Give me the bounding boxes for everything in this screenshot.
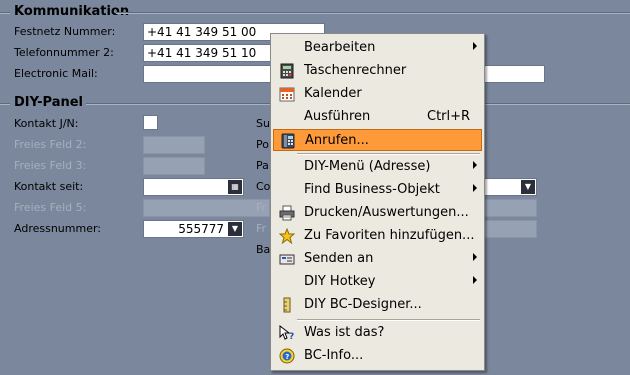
right-label-ba: Ba [256,243,271,256]
phone-icon [281,133,295,149]
menu-item-label: Senden an [304,251,374,266]
menu-item-label: Zu Favoriten hinzufügen... [304,228,475,243]
menu-item-drucken[interactable]: Drucken/Auswertungen... [273,202,482,224]
submenu-arrow-icon [473,161,477,169]
menu-item-bc-info[interactable]: ? BC-Info... [273,345,482,367]
menu-item-bearbeiten[interactable]: Bearbeiten [273,37,482,59]
kontakt-seit-input[interactable]: ▦ [143,178,244,196]
submenu-arrow-icon [473,42,477,50]
adressnummer-input[interactable]: 555777 ▼ [143,220,244,238]
right-label-su: Su [256,117,270,130]
menu-item-was-ist-das[interactable]: ? Was ist das? [273,322,482,344]
menu-item-label: DIY BC-Designer... [304,297,422,312]
submenu-arrow-icon [473,276,477,284]
kontakt-jn-label: Kontakt J/N: [14,117,79,130]
menu-item-label: Taschenrechner [304,63,407,78]
telefon-label: Telefonnummer 2: [14,46,114,59]
section-title-kommunikation: Kommunikation [14,4,130,19]
adressnummer-value: 555777 [178,222,224,236]
menu-item-label: BC-Info... [304,348,364,363]
menu-separator [297,153,480,155]
kontakt-seit-label: Kontakt seit: [14,180,84,193]
designer-icon [283,297,291,313]
context-menu: Bearbeiten Taschenrechner Kalender Ausfü… [270,33,485,371]
menu-item-label: Bearbeiten [304,40,376,55]
freies-feld-2-input [143,136,205,154]
freies-feld-3-label: Freies Feld 3: [14,159,87,172]
menu-item-label: Kalender [304,86,362,101]
freies-feld-5-label: Freies Feld 5: [14,201,87,214]
send-icon [279,254,295,265]
menu-item-label: DIY Hotkey [304,274,376,289]
calendar-dropdown-icon[interactable]: ▦ [228,180,242,194]
info-icon: ? [279,348,295,364]
menu-item-anrufen[interactable]: Anrufen... [273,129,482,151]
submenu-arrow-icon [473,184,477,192]
right-label-fr2: Fr [256,222,267,235]
menu-item-label: Find Business-Objekt [304,182,440,197]
chevron-down-icon[interactable]: ▼ [228,222,242,236]
section-divider [0,103,10,105]
right-label-pa: Pa [256,159,269,172]
help-pointer-icon: ? [279,325,294,341]
menu-item-bc-designer[interactable]: DIY BC-Designer... [273,294,482,316]
menu-item-taschenrechner[interactable]: Taschenrechner [273,60,482,82]
section-title-diy: DIY-Panel [14,95,84,110]
menu-item-label: Drucken/Auswertungen... [304,205,469,220]
freies-feld-2-label: Freies Feld 2: [14,138,87,151]
right-label-fr1: Fr [256,201,267,214]
star-icon [279,228,295,244]
menu-item-ausfuehren[interactable]: Ausführen Ctrl+R [273,106,482,128]
kontakt-jn-checkbox[interactable] [143,115,158,130]
freies-feld-3-input [143,157,205,175]
section-divider [0,12,10,14]
menu-item-label: DIY-Menü (Adresse) [304,159,431,174]
festnetz-label: Festnetz Nummer: [14,25,116,38]
menu-item-favoriten[interactable]: Zu Favoriten hinzufügen... [273,225,482,247]
menu-item-shortcut: Ctrl+R [427,109,471,124]
menu-item-find-business-objekt[interactable]: Find Business-Objekt [273,179,482,201]
chevron-down-icon[interactable]: ▼ [521,180,535,194]
menu-item-diy-menu[interactable]: DIY-Menü (Adresse) [273,156,482,178]
menu-item-label: Was ist das? [304,325,385,340]
menu-item-label: Ausführen [304,109,371,124]
freies-feld-5-input [143,199,270,217]
submenu-arrow-icon [473,253,477,261]
calculator-icon [280,63,294,79]
calendar-icon [279,87,295,102]
right-label-po: Po [256,138,269,151]
svg-text:?: ? [289,332,294,341]
menu-item-kalender[interactable]: Kalender [273,83,482,105]
right-label-co: Co [256,180,271,193]
adressnummer-label: Adressnummer: [14,222,102,235]
menu-item-senden-an[interactable]: Senden an [273,248,482,270]
menu-separator [297,319,480,321]
section-divider [116,12,630,14]
email-label: Electronic Mail: [14,67,98,80]
menu-item-label: Anrufen... [305,133,369,148]
menu-item-diy-hotkey[interactable]: DIY Hotkey [273,271,482,293]
svg-text:?: ? [285,353,289,361]
printer-icon [279,205,295,221]
